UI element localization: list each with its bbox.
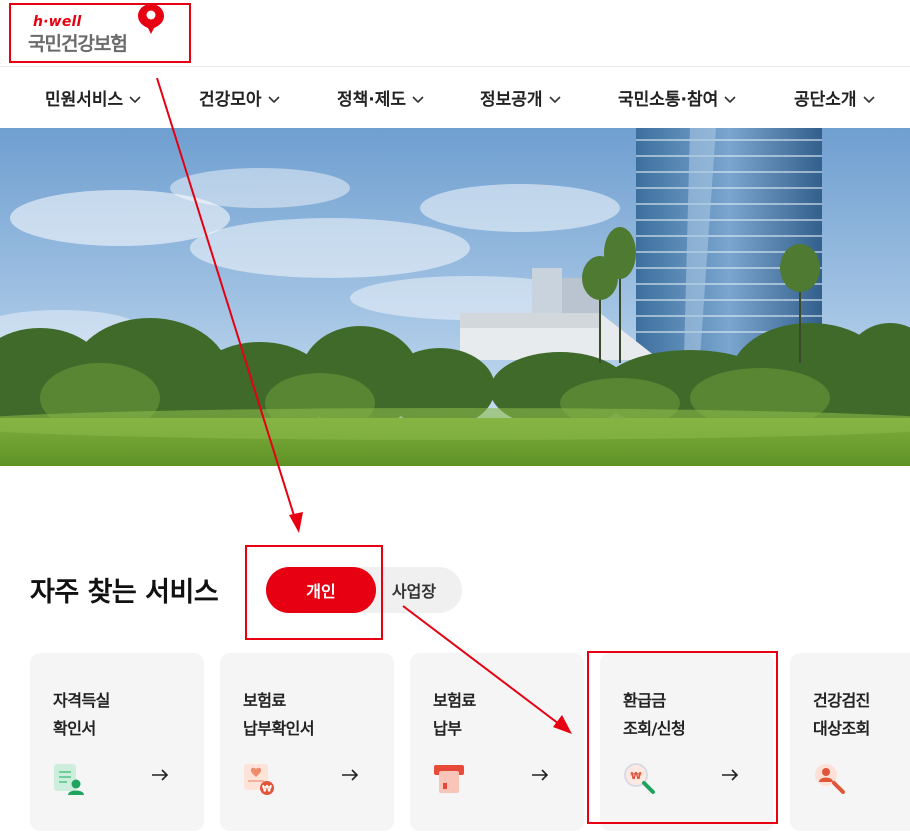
tab-personal[interactable]: 개인 [266, 567, 376, 613]
card-payment-icon [434, 765, 464, 793]
chevron-down-icon [267, 96, 280, 104]
document-won-icon: ₩ [244, 764, 274, 795]
service-card-premium-payment[interactable]: 보험료 납부 [410, 653, 584, 831]
header: h·well 국민건강보험 [0, 0, 910, 66]
arrow-right-icon [152, 769, 169, 781]
nav-item-about[interactable]: 공단소개 [794, 85, 875, 110]
nav-item-policy[interactable]: 정책·제도 [337, 85, 424, 110]
arrow-right-icon [532, 769, 549, 781]
chevron-down-icon [724, 96, 736, 104]
card-title: 보험료 납부확인서 [243, 691, 315, 738]
main-nav: 민원서비스 건강모아 정책·제도 정보공개 국민소통·참여 공단소개 [0, 66, 910, 128]
svg-text:₩: ₩ [262, 785, 272, 795]
arrow-right-icon [722, 769, 739, 781]
service-card-payment-certificate[interactable]: 보험료 납부확인서 ₩ [220, 653, 394, 831]
tab-business[interactable]: 사업장 [374, 567, 454, 613]
hero-image [0, 128, 910, 466]
nav-item-health[interactable]: 건강모아 [199, 85, 280, 110]
chevron-down-icon [862, 96, 875, 104]
person-search-icon [815, 764, 845, 794]
arrow-right-icon [342, 769, 359, 781]
logo-brand: h·well [33, 14, 82, 30]
logo-mark-icon [138, 4, 164, 34]
nav-item-minwon[interactable]: 민원서비스 [45, 85, 141, 110]
clipboard-person-icon [54, 764, 84, 795]
service-card-health-checkup[interactable]: 건강검진 대상조회 [790, 653, 910, 831]
hero-banner [0, 128, 910, 466]
section-title: 자주 찾는 서비스 [30, 577, 219, 608]
chevron-down-icon [412, 96, 424, 104]
chevron-down-icon [548, 96, 561, 104]
logo-name: 국민건강보험 [28, 33, 128, 55]
nav-item-label: 정보공개 [480, 90, 543, 110]
card-title: 보험료 납부 [433, 691, 476, 738]
nav-item-label: 국민소통·참여 [618, 90, 719, 110]
service-card-refund[interactable]: 환급금 조회/신청 ₩ [600, 653, 774, 831]
nav-item-label: 공단소개 [794, 90, 857, 110]
card-title: 환급금 조회/신청 [623, 691, 686, 738]
logo[interactable]: h·well 국민건강보험 [28, 4, 178, 57]
user-type-toggle: 사업장 개인 [266, 567, 462, 613]
won-search-icon: ₩ [624, 763, 655, 794]
nav-item-label: 건강모아 [199, 90, 262, 110]
card-title: 건강검진 대상조회 [813, 691, 870, 738]
nav-item-communication[interactable]: 국민소통·참여 [618, 85, 736, 110]
arrowhead-icon [289, 512, 303, 533]
card-title: 자격득실 확인서 [53, 691, 110, 738]
nav-item-label: 정책·제도 [337, 90, 407, 110]
svg-text:₩: ₩ [630, 771, 641, 782]
chevron-down-icon [129, 96, 141, 104]
nav-item-label: 민원서비스 [45, 90, 124, 110]
service-card-qualification[interactable]: 자격득실 확인서 [30, 653, 204, 831]
nav-item-info[interactable]: 정보공개 [480, 85, 561, 110]
